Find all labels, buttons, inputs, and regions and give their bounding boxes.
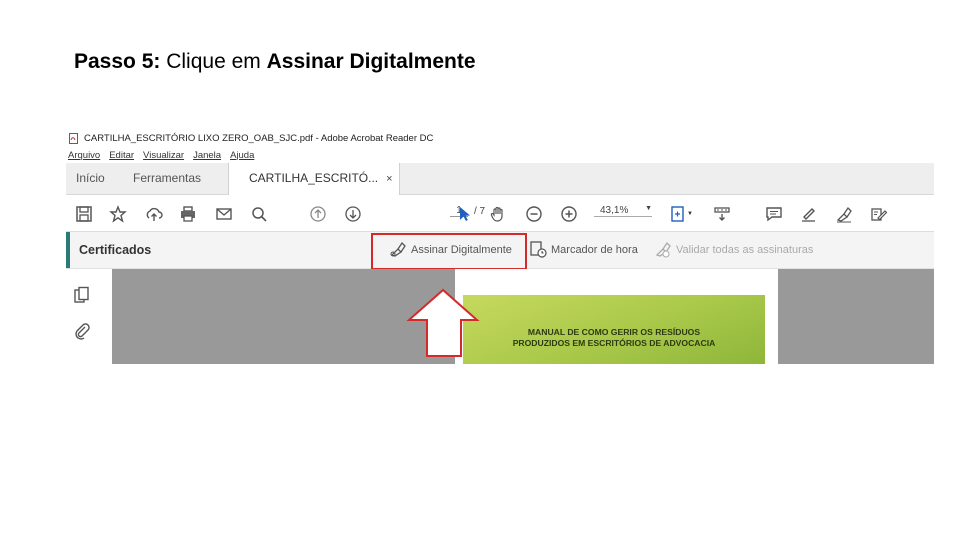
cover-banner: MANUAL DE COMO GERIR OS RESÍDUOS PRODUZI… [463, 295, 765, 364]
timestamp-icon [529, 240, 547, 261]
zoom-select[interactable]: 43,1% ▼ [594, 205, 652, 217]
page-down-icon[interactable] [343, 204, 363, 224]
timestamp-button[interactable]: Marcador de hora [529, 232, 638, 268]
cover-title-line1: MANUAL DE COMO GERIR OS RESÍDUOS [527, 327, 701, 337]
menu-bar: Arquivo Editar Visualizar Janela Ajuda [66, 148, 934, 162]
cover-title-line2: PRODUZIDOS EM ESCRITÓRIOS DE ADVOCACIA [512, 338, 716, 348]
window-title: CARTILHA_ESCRITÓRIO LIXO ZERO_OAB_SJC.pd… [84, 132, 434, 144]
menu-editar[interactable]: Editar [109, 150, 134, 161]
highlight-box [371, 233, 527, 270]
sign-icon[interactable] [834, 204, 854, 224]
zoom-in-icon[interactable] [559, 204, 579, 224]
zoom-value: 43,1% [600, 205, 629, 216]
step-label: Passo 5: [74, 50, 161, 73]
document-page: MANUAL DE COMO GERIR OS RESÍDUOS PRODUZI… [455, 269, 778, 364]
tab-tools[interactable]: Ferramentas [133, 163, 201, 194]
zoom-out-icon[interactable] [524, 204, 544, 224]
accent-bar [66, 232, 70, 268]
select-cursor-icon[interactable] [454, 204, 474, 224]
close-icon[interactable]: × [386, 173, 392, 185]
search-icon[interactable] [249, 204, 269, 224]
tab-home[interactable]: Início [76, 163, 105, 194]
fit-page-icon[interactable] [668, 204, 688, 224]
certificates-title: Certificados [79, 243, 152, 257]
print-icon[interactable] [178, 204, 198, 224]
chevron-down-icon: ▼ [645, 205, 652, 212]
validate-signatures-label: Validar todas as assinaturas [676, 244, 814, 256]
validate-signatures-button[interactable]: Validar todas as assinaturas [654, 232, 813, 268]
pointer-arrow-icon [406, 288, 480, 357]
menu-ajuda[interactable]: Ajuda [230, 150, 254, 161]
toolbar: 1 / 7 43,1% ▼ ▼ [66, 195, 934, 232]
hand-icon[interactable] [488, 204, 508, 224]
page-title: Passo 5: Clique em Assinar Digitalmente [74, 50, 476, 74]
validate-pen-icon [654, 240, 672, 261]
upload-cloud-icon[interactable] [144, 204, 164, 224]
tab-document-label: CARTILHA_ESCRITÓ... [249, 171, 379, 185]
menu-arquivo[interactable]: Arquivo [68, 150, 100, 161]
target-label: Assinar Digitalmente [266, 50, 476, 73]
document-viewer[interactable]: MANUAL DE COMO GERIR OS RESÍDUOS PRODUZI… [112, 269, 934, 364]
menu-janela[interactable]: Janela [193, 150, 221, 161]
instruction-text: Clique em [160, 50, 267, 73]
menu-visualizar[interactable]: Visualizar [143, 150, 184, 161]
page-up-icon[interactable] [308, 204, 328, 224]
tab-bar: Início Ferramentas CARTILHA_ESCRITÓ... × [66, 163, 934, 195]
fit-dropdown-chevron-icon[interactable]: ▼ [686, 204, 694, 224]
highlight-icon[interactable] [799, 204, 819, 224]
pdf-icon [68, 132, 78, 144]
tab-document[interactable]: CARTILHA_ESCRITÓ... × [228, 163, 400, 195]
pages-icon[interactable] [72, 285, 92, 305]
title-bar: CARTILHA_ESCRITÓRIO LIXO ZERO_OAB_SJC.pd… [66, 129, 934, 147]
timestamp-label: Marcador de hora [551, 244, 638, 256]
side-pane [66, 269, 113, 364]
fill-sign-icon[interactable] [869, 204, 889, 224]
scroll-mode-icon[interactable] [712, 204, 732, 224]
comment-icon[interactable] [764, 204, 784, 224]
star-icon[interactable] [108, 204, 128, 224]
save-icon[interactable] [74, 204, 94, 224]
email-icon[interactable] [214, 204, 234, 224]
attachment-icon[interactable] [72, 321, 92, 341]
page-total: / 7 [474, 205, 486, 217]
